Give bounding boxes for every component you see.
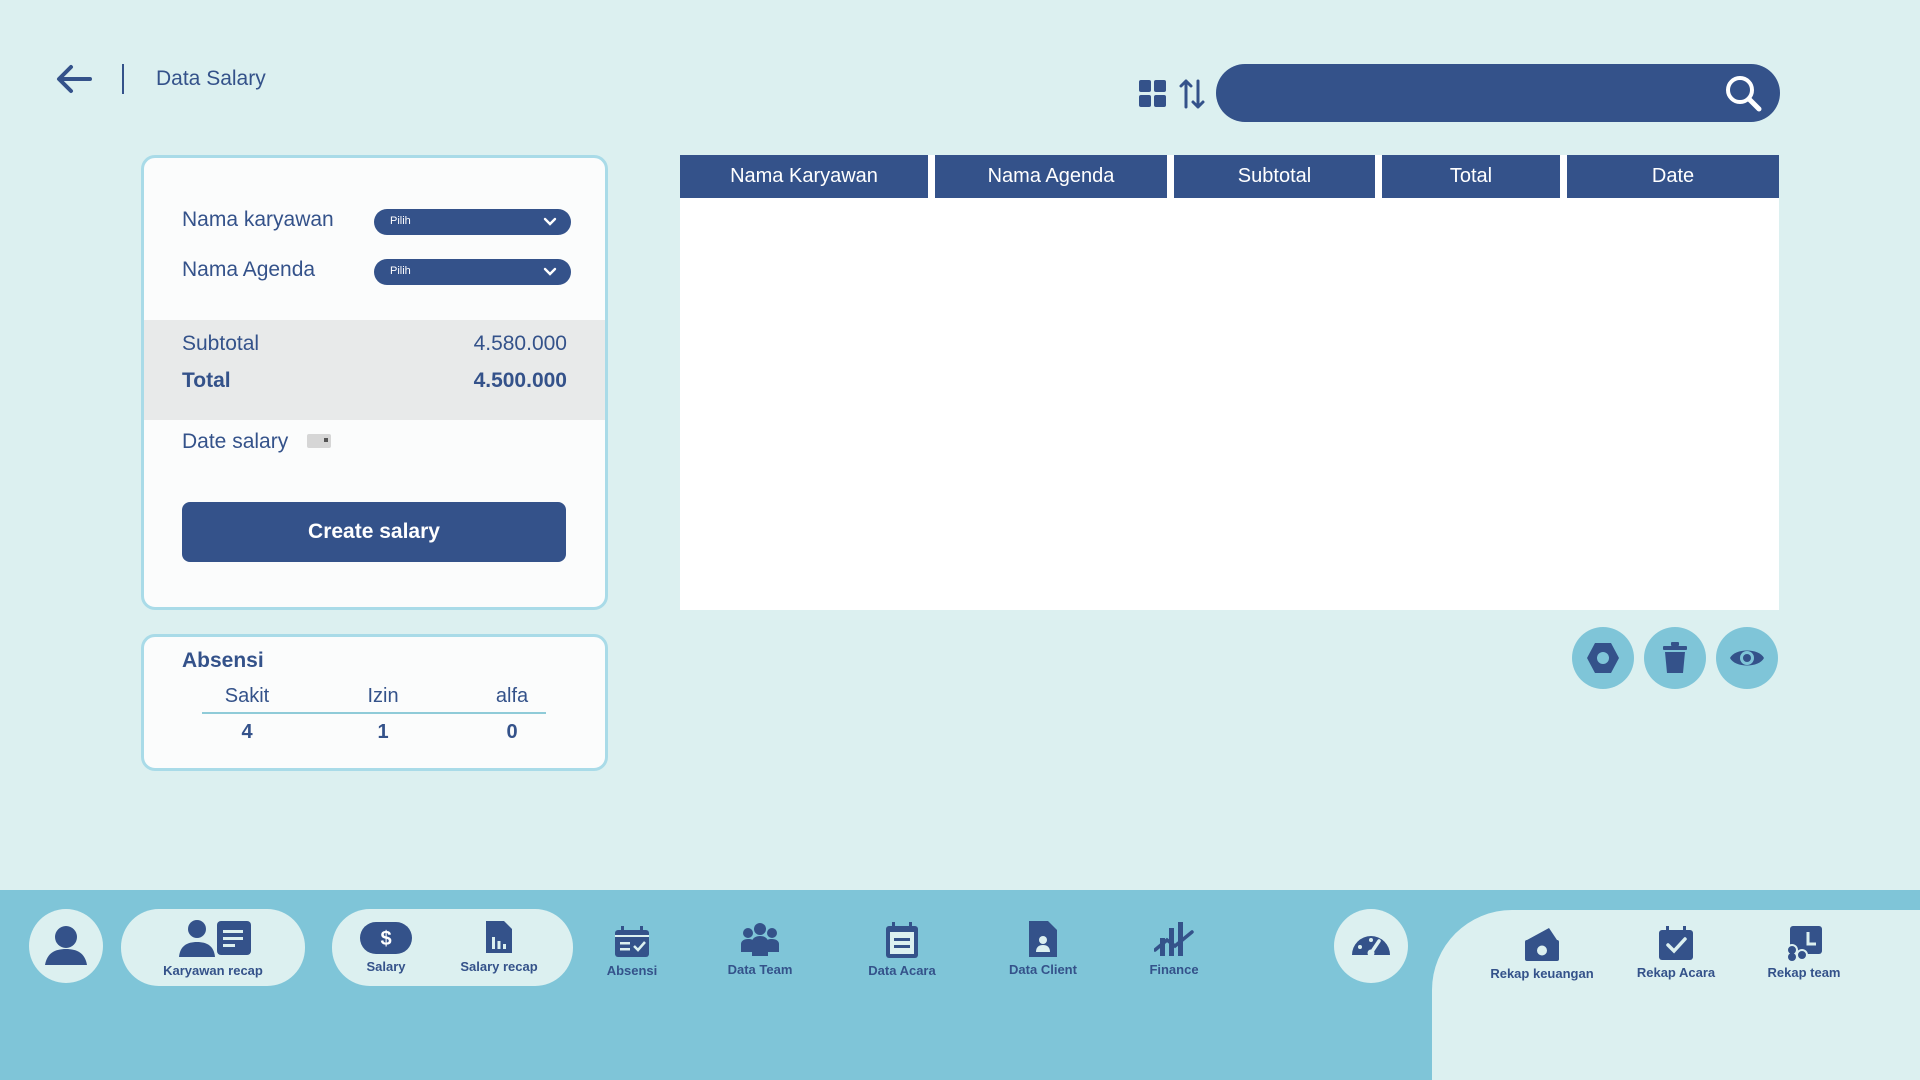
dashboard-button[interactable] xyxy=(1334,909,1408,983)
team-icon xyxy=(741,923,779,956)
column-header-subtotal[interactable]: Subtotal xyxy=(1174,155,1375,198)
nav-absensi-label: Absensi xyxy=(606,963,658,978)
edit-icon xyxy=(1587,643,1619,673)
nav-data-team[interactable]: Data Team xyxy=(710,922,810,977)
salary-table: Nama Karyawan Nama Agenda Subtotal Total… xyxy=(680,155,1779,610)
nav-rekap-team[interactable]: Rekap team xyxy=(1752,925,1856,980)
subtotal-value: 4.580.000 xyxy=(473,332,567,355)
search-icon[interactable] xyxy=(1724,74,1762,112)
agenda-select-value: Pilih xyxy=(390,265,411,277)
agenda-label: Nama Agenda xyxy=(182,258,316,281)
absensi-card: Absensi Sakit Izin alfa 4 1 0 xyxy=(141,634,608,771)
search-input[interactable] xyxy=(1240,74,1700,112)
totals-section: Subtotal 4.580.000 Total 4.500.000 xyxy=(144,320,605,420)
sort-icon[interactable] xyxy=(1178,77,1206,111)
nav-rekap-keuangan[interactable]: Rekap keuangan xyxy=(1476,926,1608,981)
create-salary-button[interactable]: Create salary xyxy=(182,502,566,562)
money-icon xyxy=(1525,928,1559,961)
nav-karyawan-recap[interactable]: Karyawan recap xyxy=(145,917,281,978)
column-header-date[interactable]: Date xyxy=(1567,155,1779,198)
nav-rekap-keuangan-label: Rekap keuangan xyxy=(1490,966,1594,981)
absensi-value-alfa: 0 xyxy=(506,721,518,743)
nav-rekap-team-label: Rekap team xyxy=(1767,965,1841,980)
total-value: 4.500.000 xyxy=(473,369,567,392)
trash-icon xyxy=(1663,642,1687,673)
agenda-select[interactable]: Pilih xyxy=(374,259,571,285)
nav-karyawan-recap-label: Karyawan recap xyxy=(163,963,263,978)
nav-salary-label: Salary xyxy=(366,959,406,974)
absensi-value-sakit: 4 xyxy=(241,721,253,743)
employee-select-value: Pilih xyxy=(390,215,411,227)
page-title: Data Salary xyxy=(156,67,266,90)
column-header-nama-agenda[interactable]: Nama Agenda xyxy=(935,155,1167,198)
employee-label: Nama karyawan xyxy=(182,208,334,231)
absensi-divider xyxy=(202,712,546,714)
nav-salary-recap[interactable]: Salary recap xyxy=(444,919,554,974)
nav-data-team-label: Data Team xyxy=(727,962,793,977)
profile-button[interactable] xyxy=(29,909,103,983)
eye-icon xyxy=(1730,650,1764,666)
karyawan-group: Karyawan recap xyxy=(121,909,305,986)
nav-rekap-acara[interactable]: Rekap Acara xyxy=(1620,925,1732,980)
salary-form-card: Nama karyawan Pilih Nama Agenda Pilih Su… xyxy=(141,155,608,610)
grid-view-icon[interactable] xyxy=(1138,79,1168,109)
chevron-down-icon xyxy=(543,217,557,226)
calendar-event-icon xyxy=(886,922,918,958)
employee-select[interactable]: Pilih xyxy=(374,209,571,235)
nav-data-acara-label: Data Acara xyxy=(868,963,936,978)
salary-group: $ Salary Salary recap xyxy=(332,909,573,986)
edit-button[interactable] xyxy=(1572,627,1634,689)
date-label: Date salary xyxy=(182,430,289,453)
absensi-label-izin: Izin xyxy=(367,685,399,707)
karyawan-recap-icon xyxy=(179,920,251,957)
back-arrow-icon[interactable] xyxy=(54,62,94,96)
delete-button[interactable] xyxy=(1644,627,1706,689)
total-label: Total xyxy=(182,369,231,392)
user-icon xyxy=(45,926,87,965)
nav-salary[interactable]: $ Salary xyxy=(354,921,418,974)
nav-finance[interactable]: Finance xyxy=(1132,920,1216,977)
nav-rekap-acara-label: Rekap Acara xyxy=(1636,965,1716,980)
absensi-label-sakit: Sakit xyxy=(224,685,270,707)
nav-absensi[interactable]: Absensi xyxy=(596,925,668,978)
calendar-check-icon xyxy=(615,926,649,957)
absensi-value-izin: 1 xyxy=(377,721,389,743)
absensi-label-alfa: alfa xyxy=(495,685,529,707)
report-icon xyxy=(486,921,512,953)
view-button[interactable] xyxy=(1716,627,1778,689)
finance-chart-icon xyxy=(1154,922,1194,956)
nav-data-acara[interactable]: Data Acara xyxy=(852,921,952,978)
column-header-nama-karyawan[interactable]: Nama Karyawan xyxy=(680,155,928,198)
subtotal-label: Subtotal xyxy=(182,332,260,355)
team-report-icon xyxy=(1786,926,1822,961)
nav-salary-recap-label: Salary recap xyxy=(460,959,538,974)
calendar-done-icon xyxy=(1659,926,1693,960)
date-picker[interactable] xyxy=(307,434,331,448)
nav-finance-label: Finance xyxy=(1149,962,1199,977)
speedometer-icon xyxy=(1352,936,1390,957)
header-divider xyxy=(122,64,124,94)
column-header-total[interactable]: Total xyxy=(1382,155,1560,198)
absensi-title: Absensi xyxy=(182,649,264,672)
chevron-down-icon xyxy=(543,267,557,276)
dollar-icon: $ xyxy=(360,922,412,954)
client-file-icon xyxy=(1029,921,1057,957)
search-bar xyxy=(1216,64,1780,122)
nav-data-client-label: Data Client xyxy=(1009,962,1077,977)
svg-text:$: $ xyxy=(380,928,391,950)
nav-data-client[interactable]: Data Client xyxy=(992,920,1094,977)
